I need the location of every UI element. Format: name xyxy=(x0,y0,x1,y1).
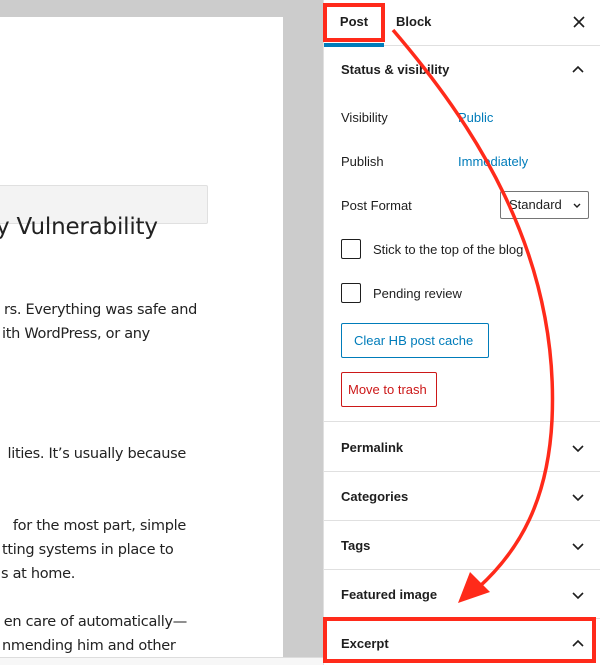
panel-title: Permalink xyxy=(341,440,404,455)
paragraph-line: tting systems in place to xyxy=(2,542,174,558)
visibility-label: Visibility xyxy=(341,110,388,125)
panel-title: Tags xyxy=(341,538,371,553)
paragraph-block[interactable]: lities. It’s usually because xyxy=(0,442,186,466)
post-format-label: Post Format xyxy=(341,198,412,213)
tab-post[interactable]: Post xyxy=(324,0,384,47)
chevron-down-icon xyxy=(572,494,584,502)
close-icon xyxy=(573,16,585,28)
panel-title: Categories xyxy=(341,489,409,504)
clear-cache-button[interactable]: Clear HB post cache xyxy=(341,323,489,358)
panel-title: Featured image xyxy=(341,587,438,602)
paragraph-block[interactable]: en care of automatically— nmending him a… xyxy=(0,610,187,658)
sticky-checkbox[interactable] xyxy=(341,239,361,259)
chevron-down-icon xyxy=(573,203,581,208)
panel-categories-toggle[interactable]: Categories xyxy=(324,473,600,521)
panel-permalink-toggle[interactable]: Permalink xyxy=(324,424,600,472)
paragraph-line: en care of automatically— xyxy=(3,614,188,630)
panel-excerpt-toggle[interactable]: Excerpt xyxy=(324,620,600,665)
paragraph-line: rs. Everything was safe and xyxy=(3,302,197,318)
paragraph-line: nmending him and other xyxy=(2,638,176,654)
paragraph-line: s at home. xyxy=(1,566,76,582)
paragraph-block[interactable]: rs. Everything was safe and ith WordPres… xyxy=(0,298,197,346)
chevron-down-icon xyxy=(572,592,584,600)
editor-footer-bar xyxy=(0,657,323,665)
chevron-up-icon xyxy=(572,639,584,647)
panel-featured-image-toggle[interactable]: Featured image xyxy=(324,571,600,619)
publish-label: Publish xyxy=(341,154,384,169)
post-format-select[interactable]: Standard xyxy=(500,191,589,219)
pending-review-checkbox[interactable] xyxy=(341,283,361,303)
content-heading[interactable]: y Vulnerability xyxy=(0,214,158,240)
panel-title: Excerpt xyxy=(341,636,389,651)
sticky-label[interactable]: Stick to the top of the blog xyxy=(373,242,523,257)
close-sidebar-button[interactable] xyxy=(569,12,589,32)
paragraph-line: for the most part, simple xyxy=(12,518,186,534)
post-format-value: Standard xyxy=(509,197,562,212)
move-to-trash-button[interactable]: Move to trash xyxy=(341,372,437,407)
sidebar-tabs: Post Block xyxy=(324,0,600,47)
paragraph-line: lities. It’s usually because xyxy=(7,446,186,462)
chevron-down-icon xyxy=(572,445,584,453)
publish-date-toggle[interactable]: Immediately xyxy=(458,154,528,169)
chevron-down-icon xyxy=(572,543,584,551)
status-panel-body xyxy=(324,46,600,422)
pending-review-label[interactable]: Pending review xyxy=(373,286,462,301)
paragraph-block[interactable]: for the most part, simple tting systems … xyxy=(0,514,186,586)
paragraph-line: ith WordPress, or any xyxy=(2,326,150,342)
visibility-toggle[interactable]: Public xyxy=(458,110,493,125)
tab-block[interactable]: Block xyxy=(396,0,431,46)
settings-sidebar: Post Block Status & visibility .panel-he… xyxy=(323,0,600,665)
panel-tags-toggle[interactable]: Tags xyxy=(324,522,600,570)
